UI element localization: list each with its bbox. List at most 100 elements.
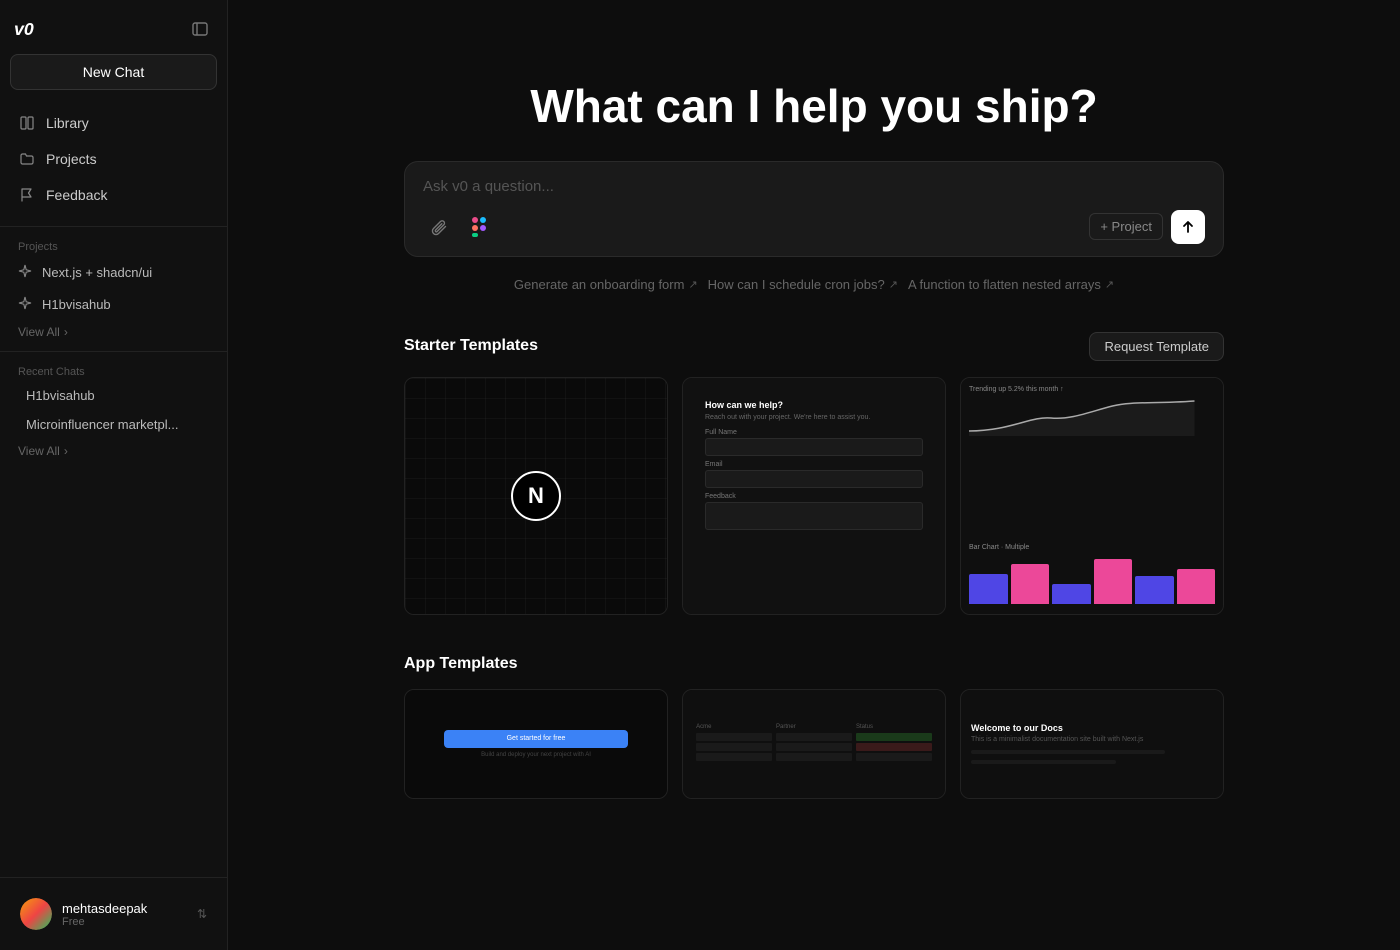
send-icon [1181,220,1195,234]
sidebar-toggle-button[interactable] [187,16,213,42]
app-template-card-2[interactable]: Welcome to our Docs This is a minimalist… [960,689,1224,799]
main-content: What can I help you ship? [228,0,1400,950]
chat-item-h1bvisahub[interactable]: H1bvisahub [8,382,219,409]
user-info: mehtasdeepak Free [62,901,187,928]
suggestion-chip-0[interactable]: Generate an onboarding form ↗ [514,277,698,292]
template-info-1: Next.js + Forms Server actions and Zod v… [683,614,945,615]
send-button[interactable] [1171,210,1205,244]
app-templates-header: App Templates [404,655,1224,673]
template-card-nextjs-shadcn[interactable]: N Next.js + shadcn/ui Next.js + Tailwind… [404,377,668,615]
chart-bar-3 [1052,584,1091,604]
table-row [696,733,932,741]
nextjs-logo: N [511,471,561,521]
figma-icon [471,216,487,238]
chart-bars [969,554,1215,604]
nav-divider [0,226,227,227]
project-btn-label: + Project [1100,219,1152,234]
toolbar-left [423,211,495,243]
starter-templates-title: Starter Templates [404,337,538,355]
template-preview-nextjs: N [405,378,667,614]
chat-toolbar: + Project [423,210,1205,244]
app-template-card-1[interactable]: Acme Partner Status [682,689,946,799]
chart-bar-5 [1135,576,1174,604]
sidebar-item-library[interactable]: Library [8,106,219,140]
template-card-nextjs-charts[interactable]: Trending up 5.2% this month ↑ Bar Chart … [960,377,1224,615]
docs-preview-title: Welcome to our Docs [971,723,1063,733]
chat-input-container: + Project [404,161,1224,257]
avatar-gradient [20,898,52,930]
chart-bar-2 [1011,564,1050,604]
sparkle-icon-1 [18,264,34,280]
chat-item-microinfluencer[interactable]: Microinfluencer marketpl... [8,411,219,438]
recent-chats-label: Recent Chats [0,360,227,382]
chart-bar-1 [969,574,1008,604]
feedback-label: Feedback [46,187,107,203]
app-preview-0: Get started for free Build and deploy yo… [405,690,667,798]
sidebar: v0 New Chat Library [0,0,228,950]
chart-bar-6 [1177,569,1216,604]
user-plan: Free [62,916,187,928]
flag-icon [18,186,36,204]
app-template-card-0[interactable]: Get started for free Build and deploy yo… [404,689,668,799]
starter-templates-header: Starter Templates Request Template [404,332,1224,361]
panel-icon [191,20,209,38]
avatar [20,898,52,930]
new-chat-button[interactable]: New Chat [10,54,217,90]
folder-icon [18,150,36,168]
figma-button[interactable] [463,211,495,243]
paperclip-icon [430,218,448,236]
add-project-button[interactable]: + Project [1089,213,1163,240]
template-info-2: Next.js + Charts Build charts using shad… [961,614,1223,615]
project-item-h1bvisahub[interactable]: H1bvisahub [8,289,219,319]
projects-label: Projects [46,151,97,167]
sidebar-item-projects[interactable]: Projects [8,142,219,176]
project-item-nextjs-shadcn[interactable]: Next.js + shadcn/ui [8,257,219,287]
sidebar-item-feedback[interactable]: Feedback [8,178,219,212]
suggestion-chip-2[interactable]: A function to flatten nested arrays ↗ [908,277,1114,292]
library-label: Library [46,115,89,131]
app-preview-1: Acme Partner Status [683,690,945,798]
template-preview-forms: How can we help? Reach out with your pro… [683,378,945,614]
svg-text:v0: v0 [14,19,34,39]
starter-templates-grid: N Next.js + shadcn/ui Next.js + Tailwind… [404,377,1224,615]
projects-view-all-button[interactable]: View All › [0,321,227,343]
project-label-1: Next.js + shadcn/ui [42,265,152,280]
app-preview-2: Welcome to our Docs This is a minimalist… [961,690,1223,798]
v0-logo-svg: v0 [14,18,46,40]
hero-title: What can I help you ship? [530,80,1097,133]
sparkle-icon-2 [18,296,34,312]
chart-bar-4 [1094,559,1133,604]
user-profile[interactable]: mehtasdeepak Free ⇅ [10,890,217,938]
mini-table: Acme Partner Status [696,724,932,763]
template-card-nextjs-forms[interactable]: How can we help? Reach out with your pro… [682,377,946,615]
template-info-0: Next.js + shadcn/ui Next.js + Tailwind C… [405,614,667,615]
projects-section-label: Projects [0,235,227,257]
sidebar-nav: Library Projects Feedback [0,102,227,218]
form-preview-heading: How can we help? [705,400,923,410]
template-preview-charts: Trending up 5.2% this month ↑ Bar Chart … [961,378,1223,614]
table-row [696,753,932,761]
attach-button[interactable] [423,211,455,243]
projects-divider [0,351,227,352]
logo-icon: v0 [14,17,46,41]
book-icon [18,114,36,132]
chip-arrow-2: ↗ [1105,278,1114,291]
chats-view-all-button[interactable]: View All › [0,440,227,462]
form-preview-sub: Reach out with your project. We're here … [705,414,923,421]
chart-line-svg [969,396,1215,436]
app-templates-title: App Templates [404,655,518,673]
docs-preview-sub: This is a minimalist documentation site … [971,736,1143,743]
chip-arrow-0: ↗ [688,278,697,291]
app-templates-grid: Get started for free Build and deploy yo… [404,689,1224,799]
request-template-button[interactable]: Request Template [1089,332,1224,361]
user-name: mehtasdeepak [62,901,187,916]
chat-input[interactable] [423,178,1205,195]
chip-arrow-1: ↗ [889,278,898,291]
project-label-2: H1bvisahub [42,297,111,312]
table-row [696,743,932,751]
starter-templates-section: Starter Templates Request Template N Nex… [384,332,1244,839]
toolbar-right: + Project [1089,210,1205,244]
chevron-updown-icon: ⇅ [197,907,207,921]
sidebar-footer: mehtasdeepak Free ⇅ [0,877,227,950]
suggestion-chip-1[interactable]: How can I schedule cron jobs? ↗ [708,277,898,292]
